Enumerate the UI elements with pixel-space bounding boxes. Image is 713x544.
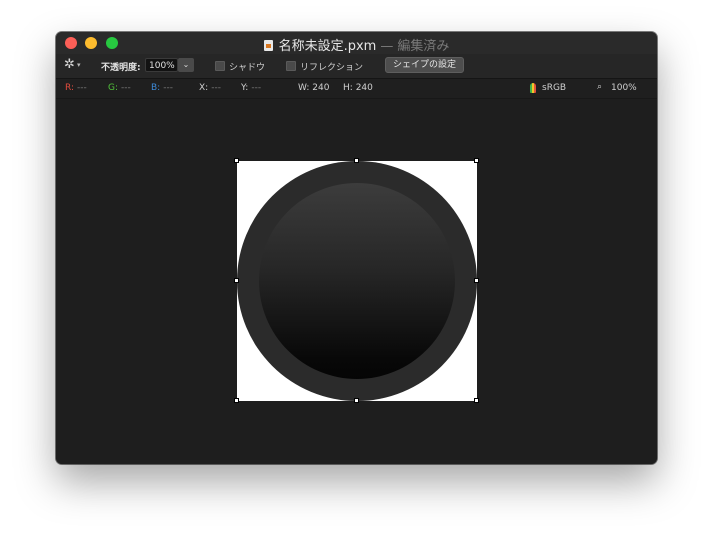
resize-handle-bottom-left[interactable] [234,398,239,403]
green-readout: G: --- [108,83,131,93]
color-profile-icon[interactable] [530,83,536,93]
y-value: --- [251,83,262,93]
resize-handle-bottom-right[interactable] [474,398,479,403]
h-label: H: [343,83,353,93]
x-label: X: [199,83,209,93]
gear-icon[interactable]: ✲ [64,58,75,72]
r-value: --- [77,83,87,93]
color-profile[interactable]: sRGB [542,83,566,93]
zoom-level[interactable]: 100% [611,83,637,93]
reflection-checkbox[interactable] [286,61,296,71]
width-readout: W: 240 [298,83,329,93]
selected-shape[interactable] [234,158,479,403]
red-readout: R: --- [65,83,87,93]
b-value: --- [163,83,173,93]
shadow-label: シャドウ [229,63,266,73]
title-bar: 名称未設定.pxm — 編集済み [56,32,657,54]
blue-readout: B: --- [151,83,173,93]
title-separator: — [380,39,394,54]
document-icon [263,40,273,51]
app-window: 名称未設定.pxm — 編集済み ✲ ▾ 不透明度: 100% ⌄ シャドウ リフレ… [56,32,657,464]
chevron-down-icon: ⌄ [182,60,190,69]
y-label: Y: [241,83,249,93]
r-label: R: [65,83,75,93]
resize-handle-top-left[interactable] [234,158,239,163]
resize-handle-left[interactable] [234,278,239,283]
canvas-area[interactable] [56,99,657,464]
height-readout: H: 240 [343,83,373,93]
resize-handle-right[interactable] [474,278,479,283]
resize-handle-bottom[interactable] [354,398,359,403]
info-bar: R: --- G: --- B: --- X: --- Y: --- W: 240 H: … [56,79,657,98]
reflection-label: リフレクション [300,63,364,73]
circle-shape-inner[interactable] [259,183,455,379]
zoom-icon[interactable]: ⌕ [597,82,602,92]
w-value: 240 [312,83,330,93]
x-value: --- [211,83,221,93]
edited-status: 編集済み [397,39,450,54]
document-name: 名称未設定.pxm [278,39,377,54]
opacity-label: 不透明度: [101,63,141,73]
shadow-checkbox[interactable] [215,61,225,71]
x-readout: X: --- [199,83,221,93]
chevron-down-icon[interactable]: ▾ [77,61,81,69]
opacity-dropdown-button[interactable]: ⌄ [178,58,194,72]
resize-handle-top[interactable] [354,158,359,163]
b-label: B: [151,83,161,93]
opacity-input[interactable]: 100% [145,58,178,72]
resize-handle-top-right[interactable] [474,158,479,163]
g-label: G: [108,83,119,93]
window-title: 名称未設定.pxm — 編集済み [56,35,657,54]
toolbar: ✲ ▾ 不透明度: 100% ⌄ シャドウ リフレクション シェイプの設定 [56,54,657,78]
shape-settings-button[interactable]: シェイプの設定 [385,57,464,73]
h-value: 240 [355,83,373,93]
y-readout: Y: --- [241,83,261,93]
w-label: W: [298,83,310,93]
g-value: --- [121,83,131,93]
